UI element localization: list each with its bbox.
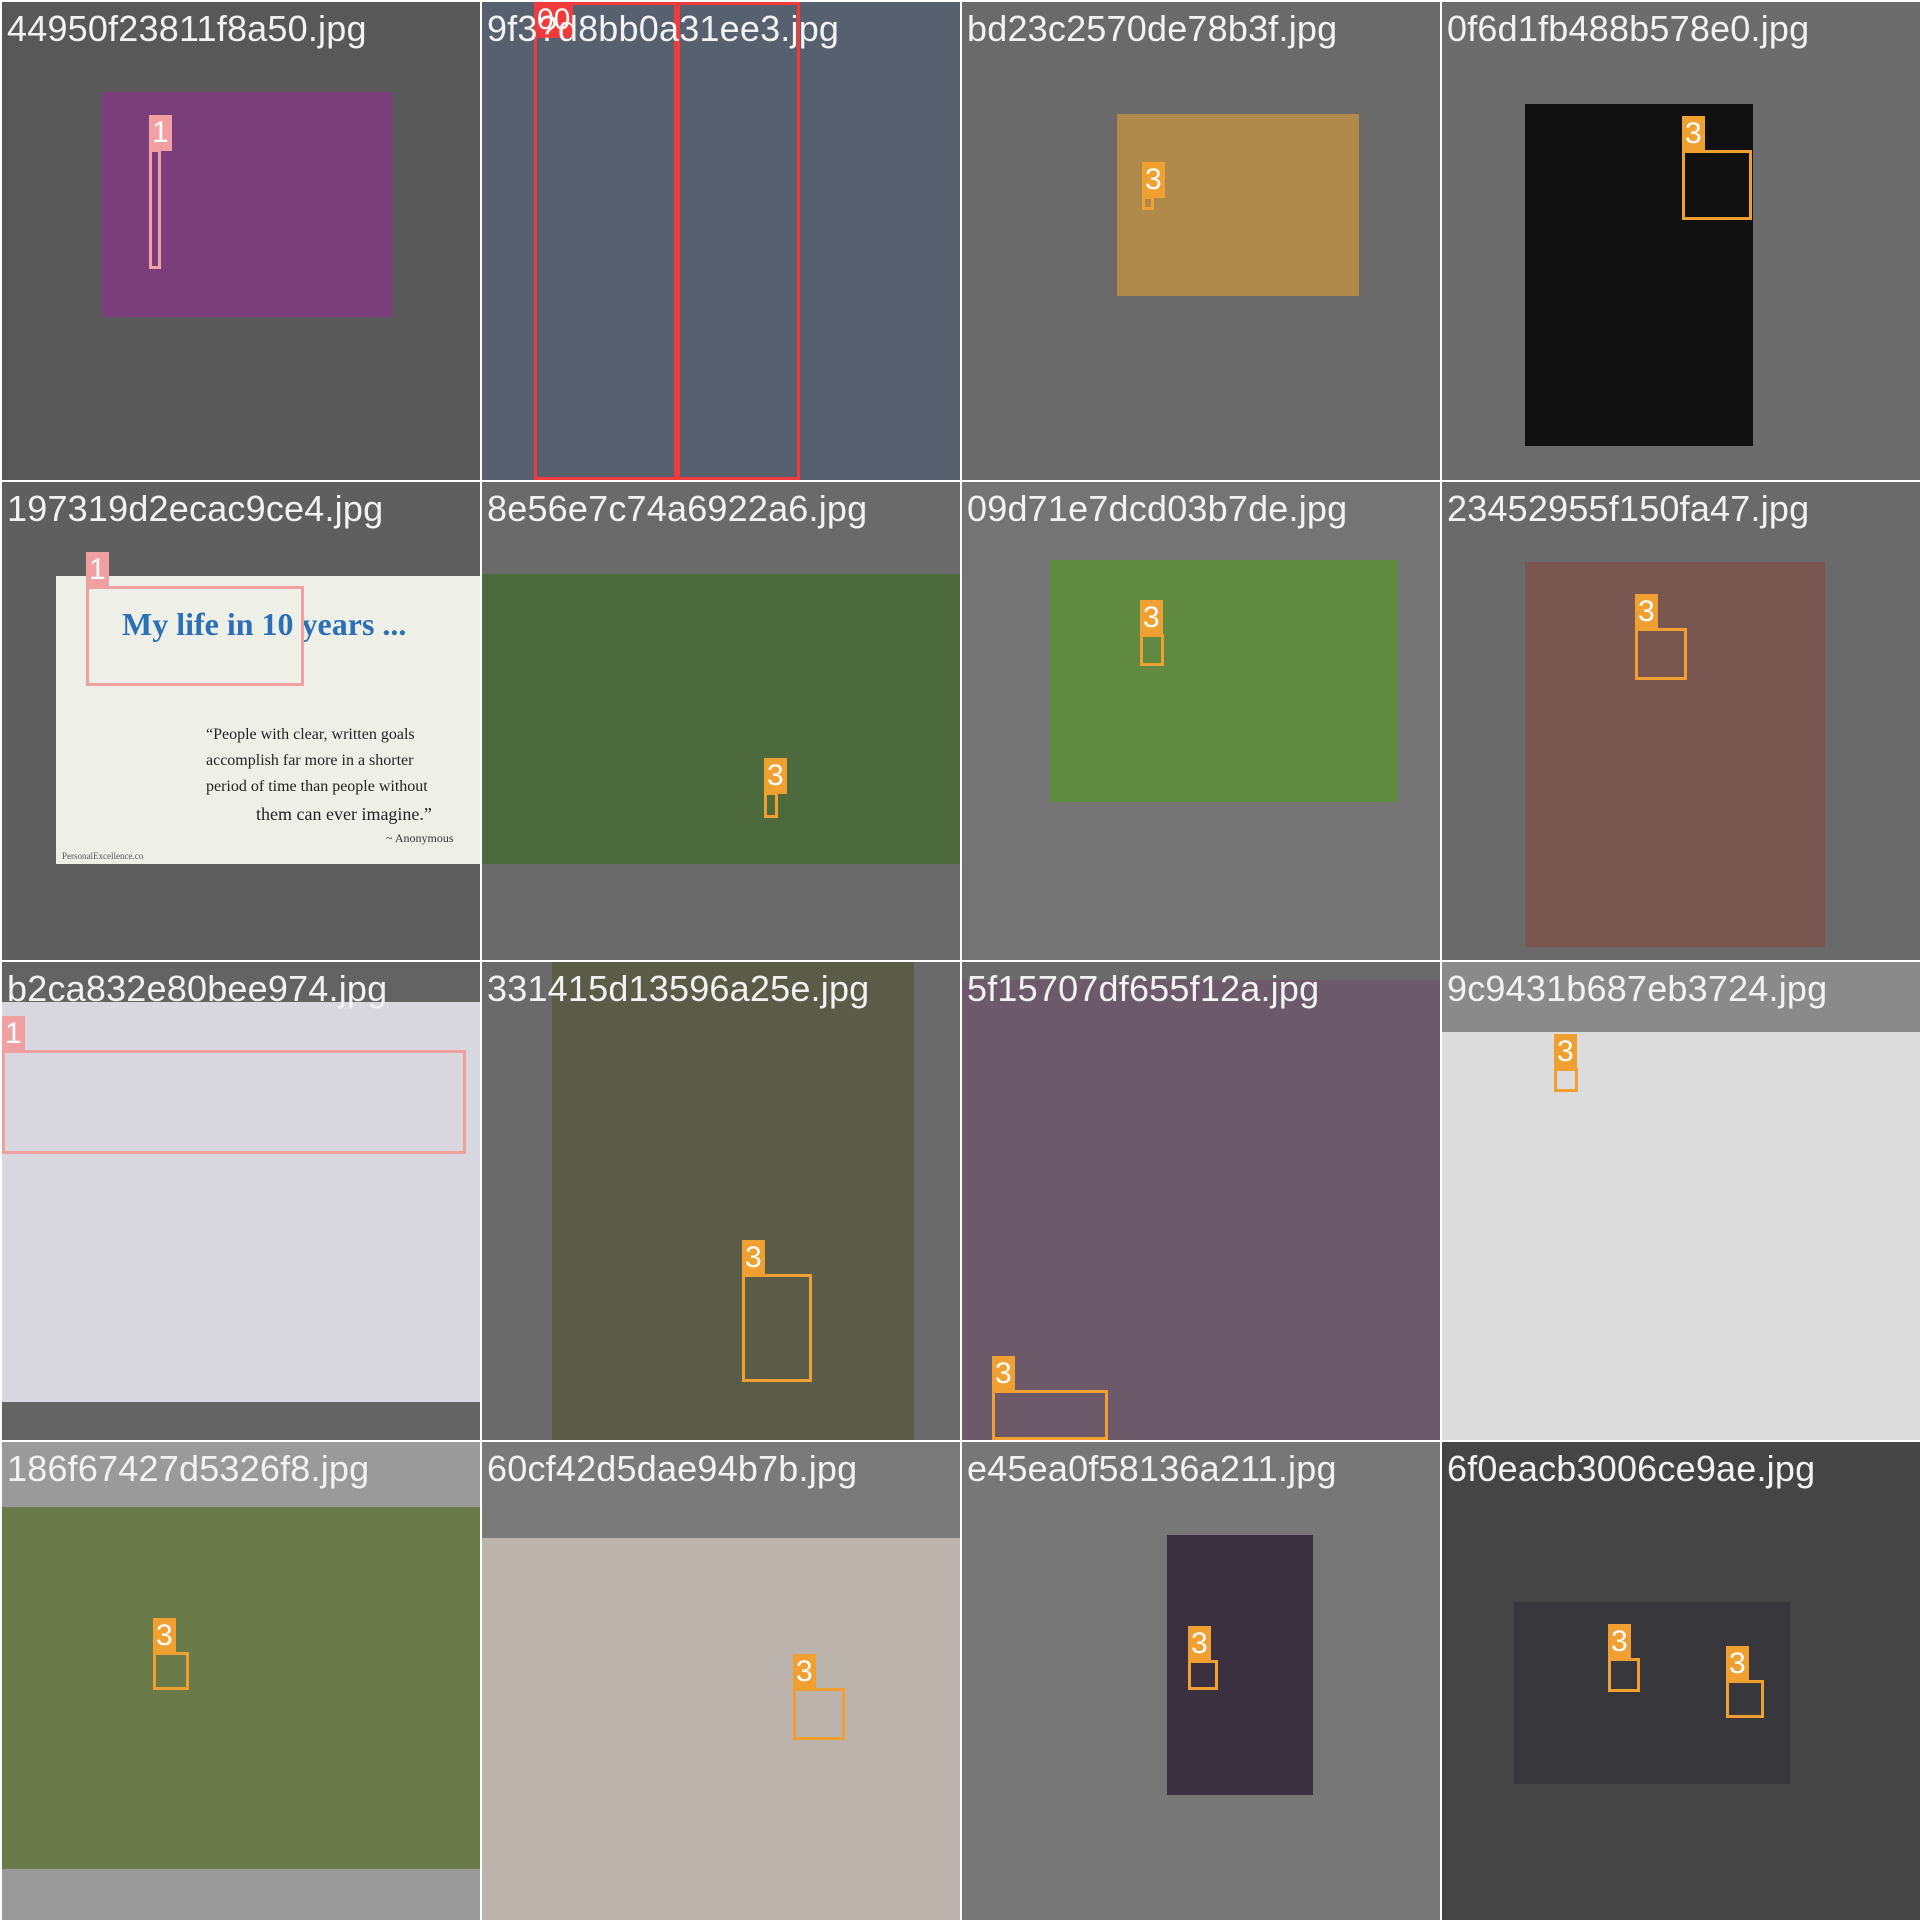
tile-image xyxy=(1050,560,1398,802)
bounding-box xyxy=(1682,150,1752,220)
box-label-tag: 1 xyxy=(2,1016,25,1052)
mosaic-tile: 3 8e56e7c74a6922a6.jpg xyxy=(482,482,960,960)
tile-filename: 6f0eacb3006ce9ae.jpg xyxy=(1447,1448,1816,1489)
box-label-tag: 3 xyxy=(1726,1646,1749,1682)
bounding-box xyxy=(677,2,800,480)
mosaic-tile: 3 0f6d1fb488b578e0.jpg xyxy=(1442,2,1920,480)
bounding-box xyxy=(86,586,304,686)
box-label-tag: 1 xyxy=(86,552,109,588)
box-label-tag: 3 xyxy=(742,1240,765,1276)
photo-quote-text: them can ever imagine.” xyxy=(256,804,432,824)
tile-filename: b2ca832e80bee974.jpg xyxy=(7,968,388,1009)
bounding-box xyxy=(1142,196,1154,210)
tile-filename: 0f6d1fb488b578e0.jpg xyxy=(1447,8,1810,49)
mosaic-tile: 1 44950f23811f8a50.jpg xyxy=(2,2,480,480)
tile-filename: 60cf42d5dae94b7b.jpg xyxy=(487,1448,858,1489)
box-label-tag: 3 xyxy=(764,758,787,794)
box-label-tag: 3 xyxy=(1188,1626,1211,1662)
box-label-tag: 3 xyxy=(1554,1034,1577,1070)
box-label-tag: 3 xyxy=(992,1356,1015,1392)
tile-filename: e45ea0f58136a211.jpg xyxy=(967,1448,1337,1489)
photo-quote-text: ~ Anonymous xyxy=(386,831,454,845)
box-label-tag: 3 xyxy=(153,1618,176,1654)
bounding-box xyxy=(534,2,677,480)
tile-filename: 5f15707df655f12a.jpg xyxy=(967,968,1320,1009)
mosaic-tile: 3 23452955f150fa47.jpg xyxy=(1442,482,1920,960)
mosaic-tile: 3 5f15707df655f12a.jpg xyxy=(962,962,1440,1440)
box-label-tag: 3 xyxy=(793,1654,816,1690)
tile-filename: 44950f23811f8a50.jpg xyxy=(7,8,367,49)
detection-mosaic-grid: 1 44950f23811f8a50.jpg 00 9f3?d8bb0a31ee3.j… xyxy=(0,0,1920,1920)
bounding-box xyxy=(2,1050,466,1154)
mosaic-tile: 3 bd23c2570de78b3f.jpg xyxy=(962,2,1440,480)
box-label-tag: 3 xyxy=(1635,594,1658,630)
mosaic-tile: 3 3 6f0eacb3006ce9ae.jpg xyxy=(1442,1442,1920,1920)
bounding-box xyxy=(149,149,161,269)
bounding-box xyxy=(992,1390,1108,1440)
tile-filename: 9f3?d8bb0a31ee3.jpg xyxy=(487,8,840,49)
tile-image xyxy=(552,962,914,1440)
tile-filename: 9c9431b687eb3724.jpg xyxy=(1447,968,1828,1009)
mosaic-tile: 3 186f67427d5326f8.jpg xyxy=(2,1442,480,1920)
photo-quote-text: “People with clear, written goals xyxy=(206,726,415,743)
tile-image xyxy=(2,1507,480,1869)
box-label-tag: 3 xyxy=(1140,600,1163,636)
tile-filename: 197319d2ecac9ce4.jpg xyxy=(7,488,384,529)
tile-image xyxy=(482,574,960,864)
mosaic-tile: 3 9c9431b687eb3724.jpg xyxy=(1442,962,1920,1440)
bounding-box xyxy=(742,1274,812,1382)
tile-filename: bd23c2570de78b3f.jpg xyxy=(967,8,1338,49)
mosaic-tile: 3 331415d13596a25e.jpg xyxy=(482,962,960,1440)
bounding-box xyxy=(153,1652,189,1690)
tile-image xyxy=(962,980,1440,1440)
bounding-box xyxy=(1726,1680,1764,1718)
tile-image xyxy=(1525,562,1825,947)
photo-quote-text: PersonalExcellence.co xyxy=(62,851,144,861)
bounding-box xyxy=(793,1688,845,1740)
tile-image xyxy=(102,92,392,317)
mosaic-tile: 3 e45ea0f58136a211.jpg xyxy=(962,1442,1440,1920)
mosaic-tile: 3 60cf42d5dae94b7b.jpg xyxy=(482,1442,960,1920)
mosaic-tile: 00 9f3?d8bb0a31ee3.jpg xyxy=(482,2,960,480)
tile-filename: 186f67427d5326f8.jpg xyxy=(7,1448,370,1489)
bounding-box xyxy=(1635,628,1687,680)
tile-filename: 331415d13596a25e.jpg xyxy=(487,968,870,1009)
photo-quote-text: period of time than people without xyxy=(206,778,428,795)
box-label-tag: 3 xyxy=(1682,116,1705,152)
mosaic-tile: 3 09d71e7dcd03b7de.jpg xyxy=(962,482,1440,960)
tile-filename: 23452955f150fa47.jpg xyxy=(1447,488,1810,529)
box-label-tag: 3 xyxy=(1142,162,1165,198)
tile-filename: 8e56e7c74a6922a6.jpg xyxy=(487,488,868,529)
box-label-tag: 1 xyxy=(149,115,172,151)
bounding-box xyxy=(1554,1068,1578,1092)
bounding-box xyxy=(1140,634,1164,666)
bounding-box xyxy=(764,792,778,818)
mosaic-tile: My life in 10 years ... “People with clea… xyxy=(2,482,480,960)
bounding-box xyxy=(1608,1658,1640,1692)
tile-filename: 09d71e7dcd03b7de.jpg xyxy=(967,488,1348,529)
photo-quote-text: accomplish far more in a shorter xyxy=(206,752,414,769)
tile-image xyxy=(1442,1032,1920,1440)
bounding-box xyxy=(1188,1660,1218,1690)
tile-image xyxy=(482,1538,960,1920)
mosaic-tile: 1 b2ca832e80bee974.jpg xyxy=(2,962,480,1440)
box-label-tag: 3 xyxy=(1608,1624,1631,1660)
